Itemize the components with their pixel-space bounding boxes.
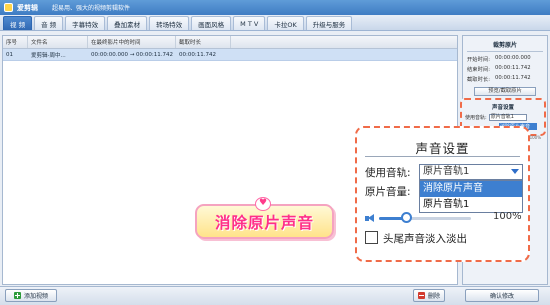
- bottom-toolbar: 添加视频 删除 确认修改: [0, 286, 550, 305]
- tab-transitions[interactable]: 转场特效: [149, 16, 190, 30]
- track-select[interactable]: 原片音轨1: [419, 164, 523, 180]
- sound-settings-mini-title: 声音设置: [491, 105, 514, 111]
- start-time-row: 开始时间: 00:00:00.000: [467, 55, 543, 63]
- tab-video[interactable]: 视 频: [3, 16, 33, 30]
- delete-label: 删除: [427, 293, 440, 300]
- add-video-label: 添加视频: [23, 293, 48, 300]
- confirm-changes-button[interactable]: 确认修改: [465, 289, 539, 302]
- table-row[interactable]: 01 爱剪辑-周中... 00:00:00.000 → 00:00:11.742…: [3, 49, 457, 61]
- main-tabs: 视 频 音 频 字幕特效 叠加素材 转场特效 画面风格 M T V 卡拉OK 升…: [0, 15, 550, 31]
- track-label: 使用音轨:: [365, 167, 411, 179]
- tab-picture-style[interactable]: 画面风格: [191, 16, 232, 30]
- tab-karaoke[interactable]: 卡拉OK: [267, 16, 304, 30]
- app-logo-icon: [4, 3, 13, 12]
- col-final-time[interactable]: 在最终影片中的时间: [88, 36, 176, 48]
- app-slogan: 超易用、强大的视频剪辑软件: [52, 5, 131, 12]
- clip-panel-title: 裁剪原片: [467, 40, 543, 52]
- speaker-icon: [365, 214, 375, 223]
- sound-settings-callout: 声音设置 使用音轨: 原片音轨1 原片音量: 消除原片声音 原片音轨1 100%…: [355, 126, 530, 262]
- col-index[interactable]: 序号: [3, 36, 28, 48]
- track-dropdown-list: 消除原片声音 原片音轨1: [419, 180, 523, 213]
- title-bar: 爱剪辑 超易用、强大的视频剪辑软件: [0, 0, 550, 15]
- tab-subtitle-effects[interactable]: 字幕特效: [65, 16, 106, 30]
- sound-track-mini-select[interactable]: 原片音轨1: [488, 114, 527, 121]
- duration-label: 截取时长:: [467, 77, 490, 83]
- track-select-value: 原片音轨1: [423, 166, 470, 177]
- sound-track-mini-label: 使用音轨:: [465, 115, 487, 121]
- sound-settings-title: 声音设置: [415, 141, 470, 156]
- app-name: 爱剪辑: [17, 3, 38, 12]
- row-index: 01: [6, 51, 13, 58]
- row-final-time: 00:00:00.000 → 00:00:11.742: [91, 51, 174, 58]
- start-time-value[interactable]: 00:00:00.000: [495, 55, 531, 63]
- tab-mtv[interactable]: M T V: [233, 16, 266, 30]
- end-time-label: 结束时间:: [467, 67, 490, 73]
- volume-label: 原片音量:: [365, 186, 411, 198]
- table-header: 序号 文件名 在最终影片中的时间 截取时长: [3, 36, 457, 49]
- delete-icon: [417, 292, 425, 299]
- heart-icon: ♥: [255, 197, 271, 211]
- volume-percent: 100%: [493, 211, 522, 222]
- tab-audio[interactable]: 音 频: [34, 16, 64, 30]
- tab-upgrade[interactable]: 升级与服务: [305, 16, 353, 30]
- add-icon: [13, 292, 21, 299]
- title-divider: [365, 156, 520, 157]
- col-extra: [231, 36, 457, 48]
- duration-value: 00:00:11.742: [495, 75, 531, 81]
- preview-clip-button[interactable]: 预览/截取原片: [474, 87, 536, 96]
- row-duration: 00:00:11.742: [179, 51, 216, 58]
- volume-slider[interactable]: [379, 217, 471, 220]
- delete-button[interactable]: 删除: [413, 289, 445, 302]
- col-filename[interactable]: 文件名: [28, 36, 88, 48]
- end-time-row: 结束时间: 00:00:11.742: [467, 65, 543, 73]
- volume-slider-handle[interactable]: [401, 212, 413, 223]
- start-time-label: 开始时间:: [467, 57, 490, 63]
- fade-checkbox-label[interactable]: 头尾声音淡入淡出: [383, 231, 467, 246]
- option-remove-original-sound[interactable]: 消除原片声音: [420, 181, 522, 197]
- feature-banner: ♥ 消除原片声音: [195, 197, 334, 239]
- banner-text: 消除原片声音: [214, 213, 314, 232]
- tab-overlay[interactable]: 叠加素材: [107, 16, 148, 30]
- end-time-value[interactable]: 00:00:11.742: [495, 65, 531, 73]
- duration-row: 截取时长: 00:00:11.742: [467, 75, 543, 83]
- col-duration[interactable]: 截取时长: [176, 36, 231, 48]
- sound-track-mini-row: 使用音轨: 原片音轨1: [465, 114, 541, 121]
- add-video-button[interactable]: 添加视频: [5, 289, 57, 302]
- fade-checkbox[interactable]: [365, 231, 378, 244]
- dropdown-arrow-icon[interactable]: [511, 169, 519, 174]
- row-filename: 爱剪辑-周中...: [31, 52, 66, 59]
- volume-mini-percent: 100%: [529, 135, 541, 140]
